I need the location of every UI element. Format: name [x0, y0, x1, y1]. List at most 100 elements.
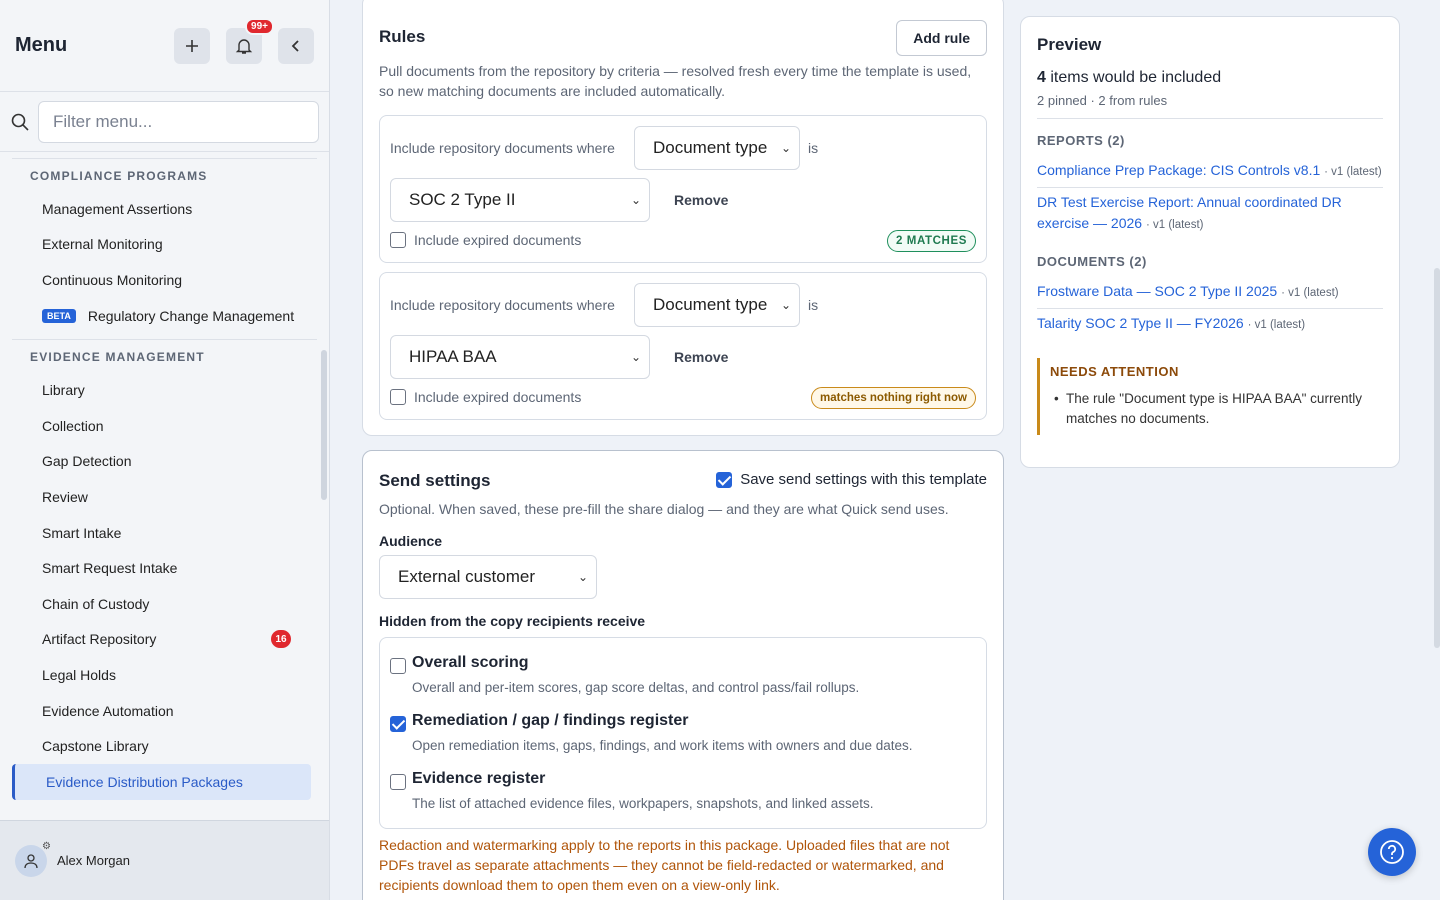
remove-rule-button[interactable]: Remove: [674, 192, 728, 208]
nav-section-compliance-programs: COMPLIANCE PROGRAMS Management Assertion…: [12, 158, 317, 339]
save-send-settings-checkbox[interactable]: [716, 471, 733, 488]
preview-count-suffix: items would be included: [1050, 69, 1222, 86]
documents-section-title: DOCUMENTS (2): [1037, 254, 1147, 269]
add-button[interactable]: [174, 27, 210, 64]
sidebar-item-label: Continuous Monitoring: [42, 271, 183, 288]
list-item: Frostware Data — SOC 2 Type II 2025 · v1…: [1037, 277, 1383, 309]
sidebar-item-collection[interactable]: Collection: [12, 408, 317, 444]
filter-menu-input[interactable]: [38, 100, 319, 143]
sidebar-item-library[interactable]: Library: [12, 372, 317, 408]
include-expired-label: Include expired documents: [414, 389, 582, 405]
rule-label: Include repository documents where: [390, 140, 615, 156]
rule-operator: is: [808, 140, 819, 156]
rule-field-value: Document type: [653, 138, 768, 157]
send-settings-title: Send settings: [379, 471, 491, 490]
document-link[interactable]: Talarity SOC 2 Type II — FY2026: [1037, 315, 1244, 331]
list-item: Talarity SOC 2 Type II — FY2026 · v1 (la…: [1037, 309, 1383, 340]
include-expired-checkbox[interactable]: [390, 389, 406, 405]
sidebar-item-management-assertions[interactable]: Management Assertions: [12, 191, 317, 227]
rule-value: HIPAA BAA: [409, 347, 497, 366]
chevron-down-icon: ⌄: [577, 570, 588, 584]
sidebar-search: [0, 92, 329, 152]
save-send-settings-toggle[interactable]: Save send settings with this template: [716, 471, 987, 488]
sidebar-item-label: Smart Intake: [42, 524, 122, 541]
sidebar-item-label: Review: [42, 488, 88, 505]
sidebar-item-artifact-repository[interactable]: Artifact Repository 16: [12, 622, 317, 658]
sidebar-item-evidence-distribution-packages[interactable]: Evidence Distribution Packages: [12, 763, 311, 800]
documents-list: Frostware Data — SOC 2 Type II 2025 · v1…: [1037, 277, 1383, 340]
page-scrollbar[interactable]: [1434, 268, 1440, 648]
version-label: · v1 (latest): [1281, 287, 1339, 299]
nav-section-evidence-management: EVIDENCE MANAGEMENT Library Collection G…: [12, 339, 317, 805]
hidden-items-list: Overall scoring Overall and per-item sco…: [379, 637, 987, 829]
sidebar-item-continuous-monitoring[interactable]: Continuous Monitoring: [12, 262, 317, 298]
nav-section-title: COMPLIANCE PROGRAMS: [30, 169, 208, 183]
user-footer[interactable]: ⚙ Alex Morgan: [0, 820, 329, 900]
sidebar-item-capstone-library[interactable]: Capstone Library: [12, 728, 317, 764]
remediation-register-checkbox[interactable]: [390, 716, 406, 732]
send-settings-card: Send settings Save send settings with th…: [362, 450, 1004, 900]
collapse-sidebar-button[interactable]: [278, 27, 314, 64]
evidence-register-checkbox[interactable]: [390, 774, 406, 790]
help-button[interactable]: [1368, 828, 1416, 876]
hidden-item-description: Open remediation items, gaps, findings, …: [412, 738, 913, 753]
version-label: · v1 (latest): [1247, 319, 1306, 331]
send-settings-description: Optional. When saved, these pre-fill the…: [379, 501, 949, 517]
include-expired-toggle[interactable]: Include expired documents: [390, 232, 581, 248]
needs-attention-title: NEEDS ATTENTION: [1050, 364, 1179, 379]
sidebar-item-legal-holds[interactable]: Legal Holds: [12, 657, 317, 693]
overall-scoring-checkbox[interactable]: [390, 658, 406, 674]
version-label: · v1 (latest): [1324, 166, 1382, 178]
rule-field-select[interactable]: Document type ⌄: [634, 283, 800, 327]
sidebar-item-label: Artifact Repository: [42, 631, 157, 648]
sidebar-item-label: Gap Detection: [42, 453, 132, 470]
preview-count-line: 4 items would be included: [1037, 69, 1383, 87]
rules-title: Rules: [379, 27, 426, 46]
preview-panel: Preview 4 items would be included 2 pinn…: [1020, 16, 1400, 468]
rules-description: Pull documents from the repository by cr…: [379, 63, 972, 99]
needs-attention-callout: NEEDS ATTENTION The rule "Document type …: [1037, 358, 1383, 435]
save-send-settings-label: Save send settings with this template: [740, 471, 987, 488]
sidebar-item-smart-intake[interactable]: Smart Intake: [12, 515, 317, 551]
rule-2: Include repository documents where Docum…: [379, 272, 987, 420]
sidebar-item-review[interactable]: Review: [12, 479, 317, 515]
rule-status-badge: matches nothing right now: [811, 387, 976, 409]
sidebar-item-label: Capstone Library: [42, 738, 149, 755]
sidebar-scrollbar[interactable]: [321, 350, 327, 500]
sidebar-item-gap-detection[interactable]: Gap Detection: [12, 444, 317, 480]
sidebar-item-evidence-automation[interactable]: Evidence Automation: [12, 693, 317, 729]
rule-value-select[interactable]: SOC 2 Type II ⌄: [390, 178, 650, 222]
sidebar-nav: COMPLIANCE PROGRAMS Management Assertion…: [0, 158, 329, 820]
document-link[interactable]: Frostware Data — SOC 2 Type II 2025: [1037, 283, 1277, 299]
sidebar-item-label: Legal Holds: [42, 666, 116, 683]
sidebar-item-label: Smart Request Intake: [42, 560, 178, 577]
include-expired-checkbox[interactable]: [390, 232, 406, 248]
hidden-from-copy-label: Hidden from the copy recipients receive: [379, 613, 646, 629]
sidebar-item-smart-request-intake[interactable]: Smart Request Intake: [12, 550, 317, 586]
chevron-down-icon: ⌄: [780, 141, 791, 155]
sidebar-item-label: Evidence Automation: [42, 702, 174, 719]
hidden-item-description: Overall and per-item scores, gap score d…: [412, 680, 860, 695]
include-expired-toggle[interactable]: Include expired documents: [390, 389, 581, 405]
sidebar-item-label: Chain of Custody: [42, 595, 150, 612]
notifications-button[interactable]: 99+: [226, 17, 274, 64]
rule-field-select[interactable]: Document type ⌄: [634, 126, 800, 170]
sidebar-item-regulatory-change-management[interactable]: BETA Regulatory Change Management: [12, 298, 317, 334]
reports-section-title: REPORTS (2): [1037, 133, 1125, 148]
hidden-item-title: Overall scoring: [412, 654, 529, 671]
report-link[interactable]: Compliance Prep Package: CIS Controls v8…: [1037, 162, 1320, 178]
plus-icon: [186, 39, 198, 52]
avatar[interactable]: ⚙: [15, 841, 51, 877]
add-rule-button[interactable]: Add rule: [896, 20, 987, 56]
chevron-left-icon: [291, 39, 299, 52]
sidebar-item-chain-of-custody[interactable]: Chain of Custody: [12, 586, 317, 622]
rule-value: SOC 2 Type II: [409, 190, 516, 209]
redaction-warning: Redaction and watermarking apply to the …: [379, 837, 950, 893]
sidebar-item-external-monitoring[interactable]: External Monitoring: [12, 227, 317, 263]
remove-rule-button[interactable]: Remove: [674, 349, 728, 365]
hidden-item-title: Evidence register: [412, 770, 546, 787]
audience-select[interactable]: External customer ⌄: [379, 555, 597, 599]
rule-value-select[interactable]: HIPAA BAA ⌄: [390, 335, 650, 379]
rule-operator: is: [808, 297, 819, 313]
rule-field-value: Document type: [653, 295, 768, 314]
